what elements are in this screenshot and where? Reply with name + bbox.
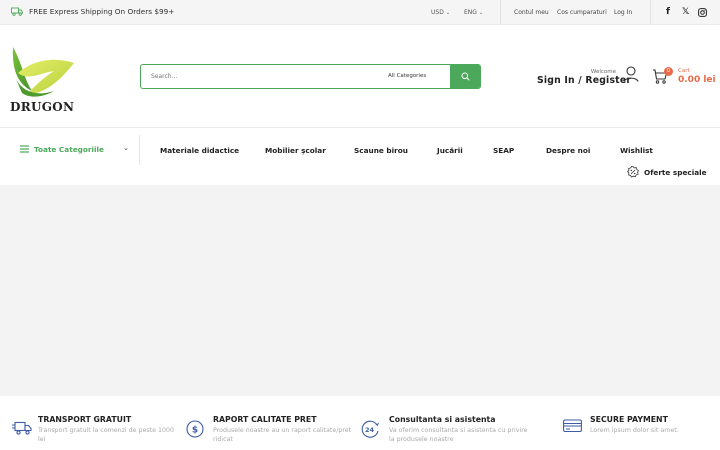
login-link[interactable]: Log In <box>614 9 632 16</box>
chevron-down-icon: ⌄ <box>445 10 451 16</box>
chevron-down-icon: ⌄ <box>478 10 484 16</box>
support-24-icon: 24 <box>361 420 379 438</box>
cart-count-badge: 0 <box>664 67 673 76</box>
nav-item-seap[interactable]: SEAP <box>493 146 514 155</box>
cart-total[interactable]: 0.00 lei <box>678 75 716 85</box>
feature-title: TRANSPORT GRATUIT <box>38 415 132 424</box>
main-content-area <box>0 185 720 396</box>
categories-dropdown[interactable]: Toate Categoriile ⌄ <box>10 135 140 165</box>
feature-description: Produsele noastre au un raport calitate/… <box>213 427 352 443</box>
account-link[interactable]: Contul meu <box>514 9 549 16</box>
truck-icon <box>11 7 23 16</box>
feature-description: Transport gratuit la comenzi de peste 10… <box>38 427 175 443</box>
chevron-down-icon: ⌄ <box>123 144 129 152</box>
search-icon <box>461 72 470 81</box>
feature-title: Consultanta si asistenta <box>389 415 496 424</box>
svg-text:24: 24 <box>365 426 375 434</box>
nav-item-jucarii[interactable]: Jucării <box>437 146 463 155</box>
divider <box>0 127 720 128</box>
nav-item-scaune-birou[interactable]: Scaune birou <box>354 146 408 155</box>
shipping-notice: FREE Express Shipping On Orders $99+ <box>11 7 174 16</box>
nav-item-materiale-didactice[interactable]: Materiale didactice <box>160 146 239 155</box>
logo-text[interactable]: DRUGON <box>10 100 74 114</box>
dollar-coin-icon: $ <box>186 420 204 438</box>
credit-card-icon <box>563 419 582 433</box>
divider <box>500 0 501 25</box>
nav-item-despre-noi[interactable]: Despre noi <box>546 146 590 155</box>
instagram-icon[interactable] <box>698 8 707 17</box>
top-bar: FREE Express Shipping On Orders $99+ USD… <box>0 0 720 25</box>
feature-title: RAPORT CALITATE PRET <box>213 415 317 424</box>
feature-title: SECURE PAYMENT <box>590 415 668 424</box>
language-select[interactable]: ENG ⌄ <box>464 9 483 16</box>
special-offers-label: Oferte speciale <box>644 167 707 177</box>
facebook-icon[interactable]: f <box>666 7 670 17</box>
search-button[interactable] <box>450 65 480 88</box>
nav-item-wishlist[interactable]: Wishlist <box>620 146 653 155</box>
svg-text:$: $ <box>192 425 198 435</box>
feature-description: Lorem ipsum dolor sit amet. <box>590 427 679 434</box>
shipping-text: FREE Express Shipping On Orders $99+ <box>29 7 175 16</box>
feature-description: Va oferim consultanta si asistenta cu pr… <box>389 427 528 443</box>
search-input[interactable] <box>141 65 381 88</box>
search-category-select[interactable]: All Categories <box>388 73 426 79</box>
search-bar: All Categories <box>140 64 481 89</box>
cart-link[interactable]: Cos cumparaturi <box>557 9 607 16</box>
cart-label: Cart <box>678 68 690 74</box>
x-twitter-icon[interactable]: 𝕏 <box>682 7 689 17</box>
special-offers-link[interactable]: Oferte speciale <box>627 166 707 178</box>
discount-tag-icon <box>627 166 639 178</box>
currency-select[interactable]: USD ⌄ <box>431 9 450 16</box>
divider <box>650 0 651 25</box>
truck-icon <box>12 421 32 435</box>
signin-register-link[interactable]: Sign In / Register <box>537 75 631 86</box>
nav-item-mobilier-scolar[interactable]: Mobilier școlar <box>265 146 326 155</box>
user-icon[interactable] <box>623 66 639 82</box>
categories-label: Toate Categoriile <box>34 145 104 154</box>
menu-icon <box>20 145 29 153</box>
